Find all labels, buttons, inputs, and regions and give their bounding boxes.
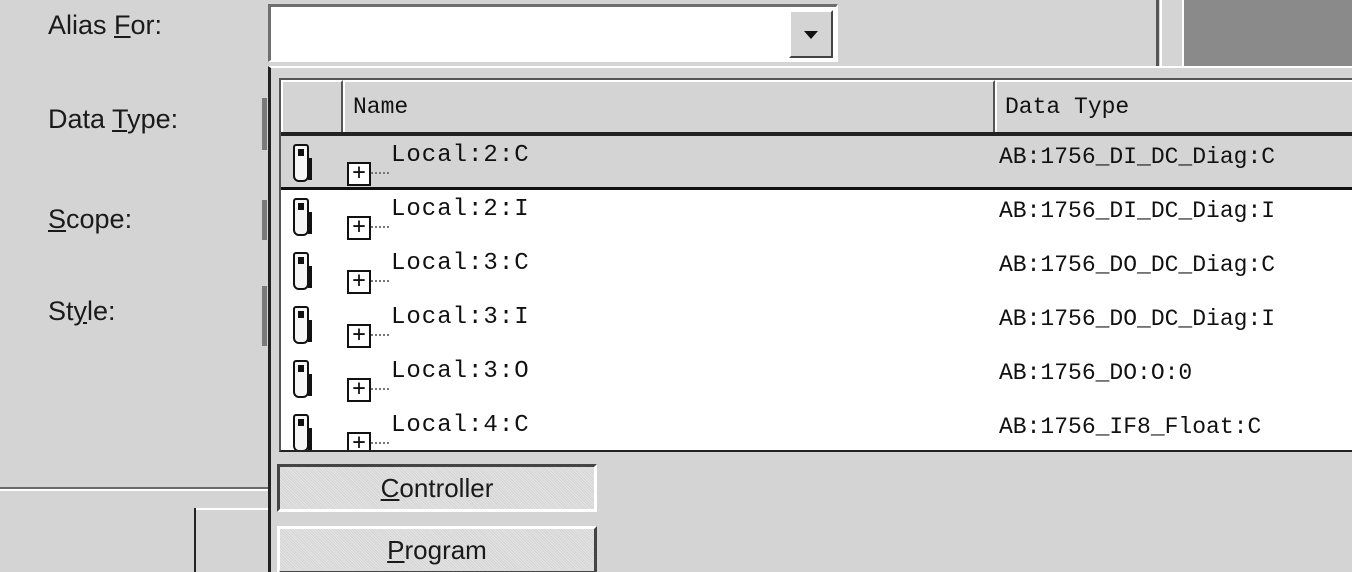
program-scope-button[interactable]: Program xyxy=(277,526,597,572)
alias-for-label-suffix: or: xyxy=(130,10,163,40)
tag-row[interactable]: + Local:2:I AB:1756_DI_DC_Diag:I xyxy=(281,190,1352,244)
plus-box-icon[interactable]: + xyxy=(347,378,371,402)
panel-divider-highlight xyxy=(1160,0,1162,72)
separator-highlight xyxy=(0,489,268,491)
column-header-icon[interactable] xyxy=(281,80,343,132)
tag-data-type: AB:1756_DO_DC_Diag:C xyxy=(999,252,1276,278)
style-field-edge[interactable] xyxy=(262,286,267,346)
style-label-prefix: St xyxy=(48,296,74,326)
controller-scope-button[interactable]: Controller xyxy=(277,464,597,512)
tag-row[interactable]: + Local:3:O AB:1756_DO:O:0 xyxy=(281,352,1352,406)
style-label-accel: y xyxy=(73,296,88,326)
tree-connector xyxy=(371,388,389,390)
tag-name: Local:3:C xyxy=(391,250,530,277)
data-type-label-suffix: ype: xyxy=(127,104,179,134)
tag-list-header: Name Data Type xyxy=(281,80,1352,136)
tag-row[interactable]: + Local:3:I AB:1756_DO_DC_Diag:I xyxy=(281,298,1352,352)
plus-box-icon[interactable]: + xyxy=(347,324,371,348)
tree-connector xyxy=(371,280,389,282)
tag-name: Local:2:I xyxy=(391,196,530,223)
column-header-name[interactable]: Name xyxy=(343,80,995,132)
tag-icon xyxy=(293,414,312,450)
tag-name: Local:3:I xyxy=(391,304,530,331)
plus-box-icon[interactable]: + xyxy=(347,432,371,450)
tag-properties-dialog: Alias For: Data Type: Scope: Style: Name… xyxy=(0,0,1352,572)
tree-connector xyxy=(371,334,389,336)
data-type-label-accel: T xyxy=(112,104,128,134)
tag-icon xyxy=(293,252,312,290)
tag-browser-popup: Name Data Type + Local:2:C AB:1756_DI_DC… xyxy=(268,66,1352,572)
tag-data-type: AB:1756_DO_DC_Diag:I xyxy=(999,306,1276,332)
panel-divider xyxy=(1156,0,1159,72)
tag-data-type: AB:1756_DI_DC_Diag:I xyxy=(999,198,1276,224)
tag-name: Local:4:C xyxy=(391,412,530,439)
tag-row[interactable]: + Local:2:C AB:1756_DI_DC_Diag:C xyxy=(281,136,1352,190)
program-scope-label: rogram xyxy=(404,535,487,565)
tree-connector xyxy=(371,226,389,228)
tag-icon xyxy=(293,198,312,236)
alias-for-label-accel: F xyxy=(114,10,131,40)
program-scope-accel: P xyxy=(387,535,405,565)
tag-row[interactable]: + Local:3:C AB:1756_DO_DC_Diag:C xyxy=(281,244,1352,298)
plus-box-icon[interactable]: + xyxy=(347,270,371,294)
tag-data-type: AB:1756_DI_DC_Diag:C xyxy=(999,144,1276,170)
chevron-down-icon xyxy=(804,31,818,39)
scope-label: Scope: xyxy=(48,204,132,235)
tag-data-type: AB:1756_DO:O:0 xyxy=(999,360,1193,386)
tag-name: Local:2:C xyxy=(391,142,530,169)
plus-box-icon[interactable]: + xyxy=(347,216,371,240)
plus-box-icon[interactable]: + xyxy=(347,162,371,186)
tag-list[interactable]: Name Data Type + Local:2:C AB:1756_DI_DC… xyxy=(279,78,1352,452)
side-panel xyxy=(1182,0,1352,72)
alias-for-dropdown-button[interactable] xyxy=(789,10,833,58)
alias-for-label: Alias For: xyxy=(48,10,162,41)
tag-name: Local:3:O xyxy=(391,358,530,385)
tag-icon xyxy=(293,144,312,182)
tag-row[interactable]: + Local:4:C AB:1756_IF8_Float:C xyxy=(281,406,1352,450)
controller-scope-accel: C xyxy=(380,473,400,503)
tree-connector xyxy=(371,172,389,174)
alias-for-label-prefix: Alias xyxy=(48,10,115,40)
scope-label-accel: S xyxy=(48,204,67,234)
scope-field-edge[interactable] xyxy=(262,200,267,240)
style-label: Style: xyxy=(48,296,116,327)
tag-icon xyxy=(293,306,312,344)
tree-connector xyxy=(371,442,389,444)
scope-label-suffix: cope: xyxy=(66,204,133,234)
data-type-field-edge[interactable] xyxy=(262,98,267,150)
tag-icon xyxy=(293,360,312,398)
data-type-label-prefix: Data xyxy=(48,104,113,134)
style-label-suffix: le: xyxy=(87,296,116,326)
column-header-data-type[interactable]: Data Type xyxy=(995,80,1352,132)
data-type-label: Data Type: xyxy=(48,104,178,135)
tag-data-type: AB:1756_IF8_Float:C xyxy=(999,414,1262,440)
alias-for-combobox[interactable] xyxy=(268,4,838,62)
controller-scope-label: ontroller xyxy=(399,473,494,503)
